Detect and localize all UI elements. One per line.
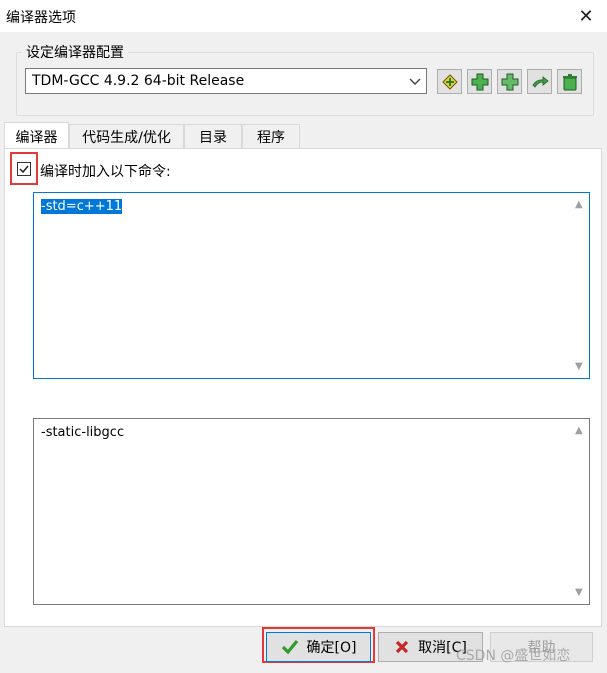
ok-button[interactable]: 确定[O] (266, 632, 371, 662)
tab-programs[interactable]: 程序 (242, 124, 300, 148)
compiler-set-value: TDM-GCC 4.9.2 64-bit Release (32, 73, 245, 89)
compiler-set-label: 设定编译器配置 (22, 42, 128, 62)
scroll-up-icon[interactable]: ▲ (575, 199, 583, 210)
window-title: 编译器选项 (6, 10, 76, 26)
tab-directories[interactable]: 目录 (184, 124, 242, 148)
checkmark-icon (19, 165, 29, 174)
scroll-up-icon[interactable]: ▲ (575, 425, 583, 436)
add-copy-icon (501, 73, 518, 90)
scroll-down-icon[interactable]: ▼ (575, 587, 583, 598)
ok-label: 确定[O] (306, 640, 357, 656)
linker-commands-scrollbar[interactable]: ▲ ▼ (572, 419, 589, 604)
compile-commands-scrollbar[interactable]: ▲ ▼ (572, 193, 589, 378)
wand-icon (441, 73, 458, 90)
checkmark-icon (281, 639, 298, 655)
linker-commands-textarea[interactable]: -static-libgcc ▲ ▼ (33, 418, 590, 605)
scroll-down-icon[interactable]: ▼ (575, 361, 583, 372)
compile-commands-textarea[interactable]: -std=c++11 ▲ ▼ (33, 192, 590, 379)
trash-icon (562, 73, 577, 90)
close-button[interactable]: ✕ (565, 0, 607, 32)
add-commands-checkbox[interactable] (17, 162, 31, 176)
x-icon (396, 640, 409, 654)
add-icon (471, 73, 488, 90)
checkbox-highlight (10, 152, 38, 185)
compile-commands-text: -std=c++11 (41, 199, 123, 214)
tab-strip: 编译器 代码生成/优化 目录 程序 (4, 122, 604, 150)
add-commands-label: 编译时加入以下命令: (40, 164, 171, 180)
linker-commands-text: -static-libgcc (41, 425, 125, 440)
rename-icon (531, 75, 549, 88)
watermark: CSDN @盛世如恋 (456, 648, 571, 664)
close-icon: ✕ (578, 5, 594, 27)
compiler-set-select[interactable]: TDM-GCC 4.9.2 64-bit Release (25, 68, 427, 94)
delete-compiler-button[interactable] (557, 69, 582, 94)
rename-compiler-button[interactable] (527, 69, 552, 94)
chevron-down-icon (409, 78, 421, 85)
tab-codegen[interactable]: 代码生成/优化 (69, 124, 184, 148)
auto-detect-button[interactable] (437, 69, 462, 94)
title-bar: 编译器选项 ✕ (0, 0, 607, 32)
copy-compiler-button[interactable] (497, 69, 522, 94)
add-compiler-button[interactable] (467, 69, 492, 94)
tab-compiler[interactable]: 编译器 (4, 122, 69, 150)
